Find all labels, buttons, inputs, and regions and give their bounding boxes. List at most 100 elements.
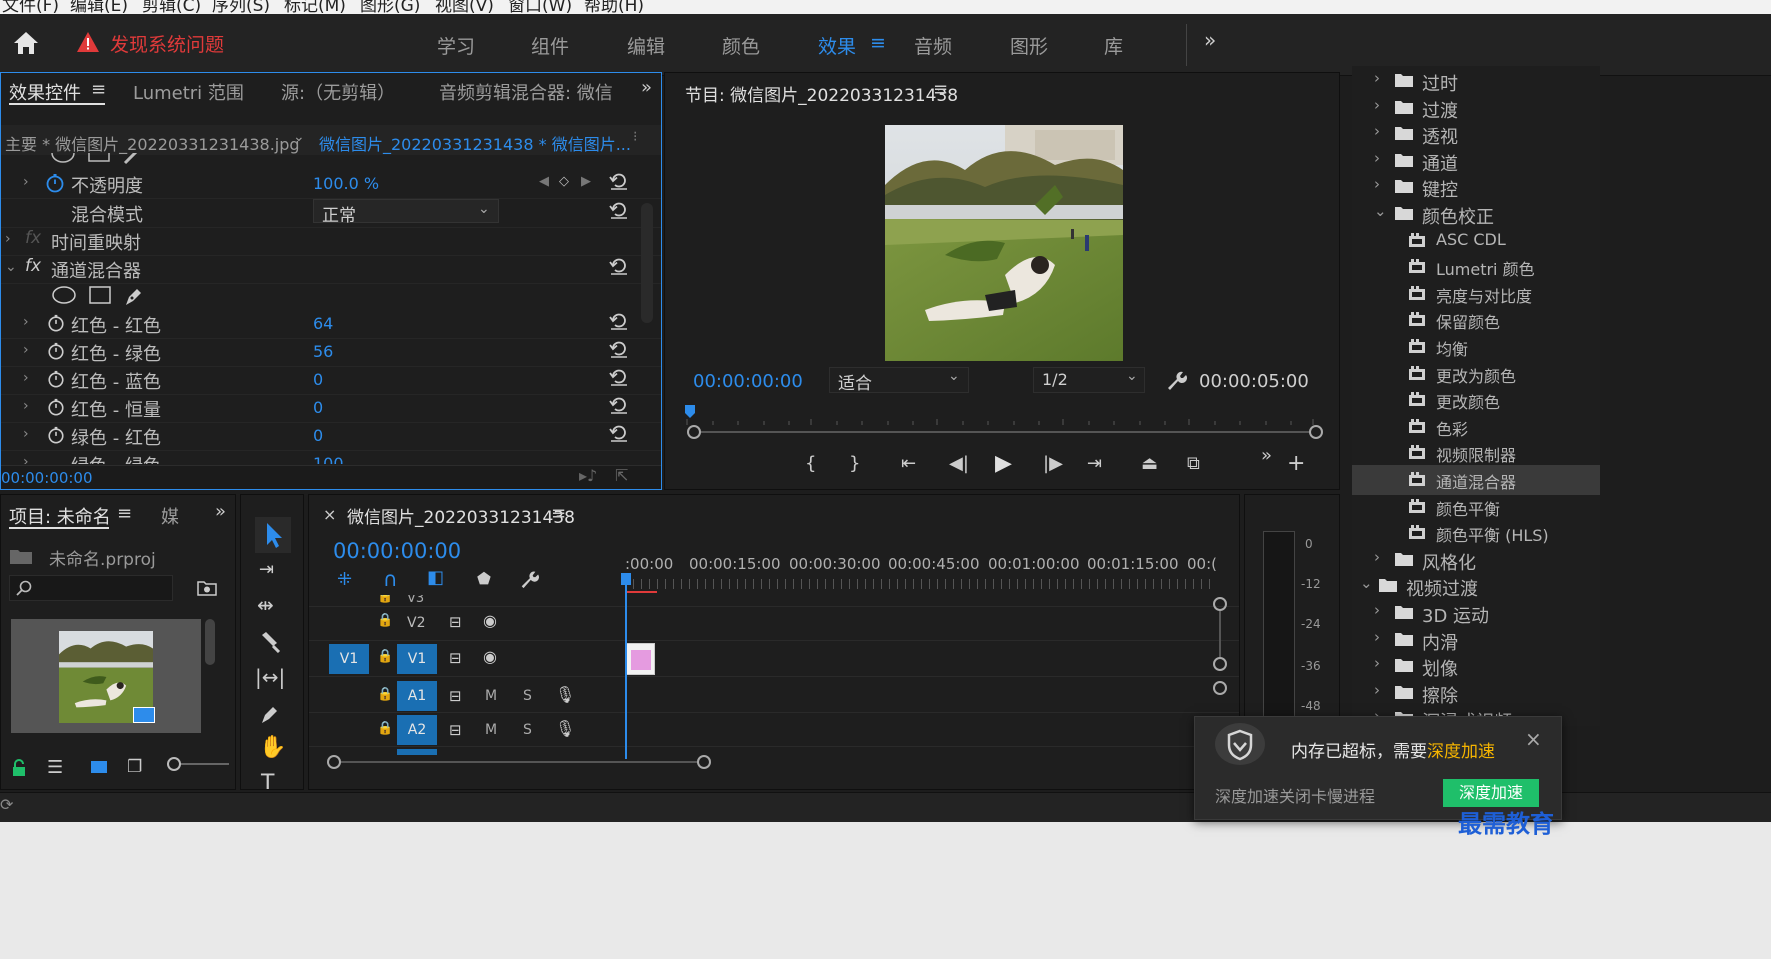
add-keyframe-icon[interactable]: ◇ xyxy=(559,174,569,189)
work-area-bar[interactable] xyxy=(627,591,657,593)
track-label[interactable]: V1 xyxy=(397,644,437,674)
menu-graphics[interactable]: 图形(G) xyxy=(360,0,420,14)
chevron-right-icon[interactable]: › xyxy=(1374,628,1380,646)
reset-icon[interactable] xyxy=(609,396,629,414)
chevron-down-icon[interactable]: ⌄ xyxy=(1374,202,1387,220)
ellipse-mask-icon[interactable] xyxy=(51,285,77,305)
h-zoom-handle-right[interactable] xyxy=(697,755,711,769)
chevron-right-icon[interactable]: › xyxy=(1374,69,1380,87)
deep-accelerate-button[interactable]: 深度加速 xyxy=(1443,779,1539,807)
track-select-tool-icon[interactable]: ⇥ xyxy=(259,559,274,580)
effect-folder[interactable]: › 风格化 xyxy=(1352,545,1600,575)
play-icon[interactable]: ▶ xyxy=(995,451,1012,476)
panel-grip-icon[interactable]: ⁝ xyxy=(633,129,637,145)
param-row[interactable]: › 绿色 - 红色 0 xyxy=(1,420,661,451)
go-to-out-icon[interactable]: ⇥ xyxy=(1087,453,1102,474)
warning-icon[interactable] xyxy=(76,31,100,53)
effect-item[interactable]: 通道混合器 xyxy=(1352,465,1600,495)
chevron-right-icon[interactable]: › xyxy=(1374,175,1380,193)
ws-tab-audio[interactable]: 音频 xyxy=(914,32,952,59)
nest-toggle-icon[interactable]: ⁜ xyxy=(337,569,352,590)
chevron-right-icon[interactable]: › xyxy=(1374,122,1380,140)
effect-folder[interactable]: › 键控 xyxy=(1352,172,1600,202)
mute-button[interactable]: M xyxy=(485,688,497,704)
param-row-partial[interactable]: › 绿色 - 绿色 100 xyxy=(1,448,661,464)
fx-icon[interactable]: fx xyxy=(25,256,41,276)
zoom-slider-handle[interactable] xyxy=(167,757,181,771)
param-row-blend-mode[interactable]: 混合模式 正常 ⌄ xyxy=(1,197,661,228)
mute-button[interactable]: M xyxy=(485,722,497,738)
scrollbar-thumb[interactable] xyxy=(641,203,653,323)
program-time-ruler[interactable] xyxy=(685,405,1315,425)
chevron-down-icon[interactable]: ⌄ xyxy=(1360,574,1373,592)
param-row[interactable]: › 红色 - 蓝色 0 xyxy=(1,364,661,395)
effect-item[interactable]: 更改颜色 xyxy=(1352,385,1600,415)
linked-selection-icon[interactable]: ◧ xyxy=(427,567,444,588)
sequence-clip-label[interactable]: 微信图片_20220331231438 * 微信图片... xyxy=(319,131,631,155)
new-bin-icon[interactable] xyxy=(197,579,217,597)
effect-folder[interactable]: › 3D 运动 xyxy=(1352,598,1600,628)
h-zoom-handle-left[interactable] xyxy=(327,755,341,769)
param-value[interactable]: 0 xyxy=(313,398,323,417)
chevron-right-icon[interactable]: › xyxy=(23,314,29,330)
chevron-right-icon[interactable]: › xyxy=(23,398,29,414)
param-value[interactable]: 100 xyxy=(313,454,344,464)
effect-item[interactable]: 均衡 xyxy=(1352,332,1600,362)
effect-folder[interactable]: ⌄ 视频过渡 xyxy=(1352,571,1600,601)
track-label[interactable]: A1 xyxy=(397,681,437,711)
program-timecode[interactable]: 00:00:00:00 xyxy=(693,371,803,392)
blend-mode-select[interactable]: 正常 ⌄ xyxy=(313,199,499,226)
reset-icon[interactable] xyxy=(609,257,629,275)
ws-tab-graphics[interactable]: 图形 xyxy=(1010,32,1048,59)
track-label[interactable]: A2 xyxy=(397,715,437,745)
lock-icon[interactable] xyxy=(11,759,27,777)
track-v3[interactable]: 🔒 V3 xyxy=(309,595,1239,607)
param-value[interactable]: 64 xyxy=(313,314,333,333)
param-row[interactable]: › 红色 - 红色 64 xyxy=(1,308,661,339)
zoom-handle-right[interactable] xyxy=(1309,425,1323,439)
razor-tool-icon[interactable] xyxy=(259,631,283,653)
tab-menu-icon[interactable]: ≡ xyxy=(91,79,106,100)
chevron-right-icon[interactable]: › xyxy=(23,454,29,464)
chevron-down-icon[interactable]: ⌄ xyxy=(5,259,17,275)
lock-icon[interactable]: 🔒 xyxy=(377,687,393,702)
tab-media-browser[interactable]: 媒 xyxy=(161,503,179,529)
reset-icon[interactable] xyxy=(609,424,629,442)
list-view-icon[interactable]: ☰ xyxy=(47,757,63,778)
pen-mask-icon[interactable] xyxy=(123,285,145,307)
program-duration[interactable]: 00:00:05:00 xyxy=(1199,371,1309,392)
effect-item[interactable]: 亮度与对比度 xyxy=(1352,279,1600,309)
lock-icon[interactable]: 🔒 xyxy=(377,649,393,664)
effect-item[interactable]: 保留颜色 xyxy=(1352,305,1600,335)
reset-icon[interactable] xyxy=(609,340,629,358)
param-value[interactable]: 100.0 % xyxy=(313,174,379,193)
prev-keyframe-icon[interactable]: ◀ xyxy=(539,174,549,189)
video-clip[interactable] xyxy=(625,643,655,675)
effect-item[interactable]: Lumetri 颜色 xyxy=(1352,252,1600,282)
tab-menu-icon[interactable]: ≡ xyxy=(117,503,132,524)
param-value[interactable]: 56 xyxy=(313,342,333,361)
v-scroll-handle-bottom[interactable] xyxy=(1213,657,1227,671)
menu-file[interactable]: 文件(F) xyxy=(2,0,59,14)
stopwatch-icon[interactable] xyxy=(47,426,65,444)
ws-tab-assembly[interactable]: 组件 xyxy=(531,32,569,59)
chevron-right-icon[interactable]: › xyxy=(1374,548,1380,566)
tab-audio-clip-mixer[interactable]: 音频剪辑混合器: 微信 xyxy=(439,79,613,105)
panel-menu-icon[interactable]: ≡ xyxy=(551,503,566,524)
media-thumbnail-frame[interactable] xyxy=(11,619,201,733)
project-scrollbar[interactable] xyxy=(205,619,215,665)
h-zoom-track[interactable] xyxy=(331,761,707,763)
param-row[interactable]: › 红色 - 绿色 56 xyxy=(1,336,661,367)
more-buttons-icon[interactable]: » xyxy=(1261,445,1272,466)
ec-timecode[interactable]: 00:00:00:00 xyxy=(1,469,93,487)
export-icon[interactable]: ⇱ xyxy=(615,466,628,485)
play-audio-icon[interactable]: ▸♪ xyxy=(579,466,597,485)
effect-row-time-remap[interactable]: › fx 时间重映射 xyxy=(1,225,661,256)
effect-folder[interactable]: › 内滑 xyxy=(1352,625,1600,655)
reset-icon[interactable] xyxy=(609,312,629,330)
menu-edit[interactable]: 编辑(E) xyxy=(70,0,128,14)
menu-marker[interactable]: 标记(M) xyxy=(284,0,346,14)
param-row[interactable]: › 红色 - 恒量 0 xyxy=(1,392,661,423)
param-value[interactable]: 0 xyxy=(313,426,323,445)
add-marker-icon[interactable]: ⬟ xyxy=(477,569,491,588)
